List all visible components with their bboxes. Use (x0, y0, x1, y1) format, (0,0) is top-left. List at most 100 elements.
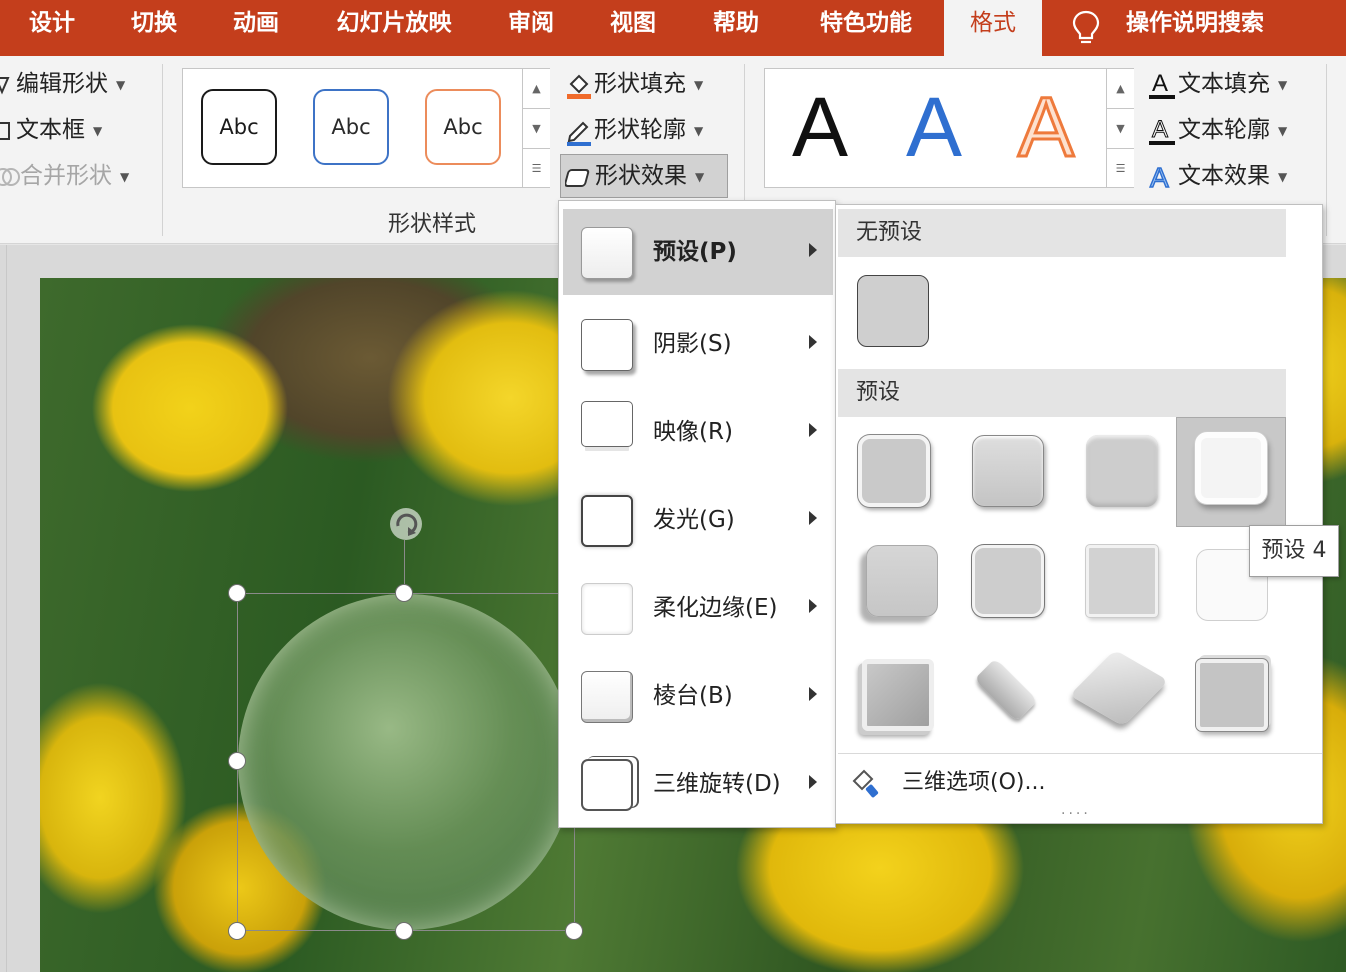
shape-effects-label: 形状效果 (595, 163, 687, 189)
wordart-style-option[interactable]: A (889, 77, 979, 177)
reflection-icon (581, 401, 633, 447)
preset-swatch (972, 545, 1044, 617)
lightbulb-icon (1072, 10, 1100, 44)
menu-item-label: 阴影(S) (653, 331, 732, 357)
3d-options-icon (852, 769, 879, 798)
tab-design[interactable]: 设计 (0, 0, 104, 56)
wordart-style-option[interactable]: A (1001, 77, 1091, 177)
chevron-right-icon (809, 335, 817, 349)
merge-shapes-button: 合并形状 ▼ (0, 158, 129, 194)
menu-divider (838, 753, 1322, 754)
gallery-scroll-down[interactable]: ▼ (523, 109, 550, 149)
shape-effects-button[interactable]: 形状效果 ▼ (560, 154, 728, 198)
gallery-scrollbar: ▲ ▼ ☰ (522, 69, 550, 187)
merge-shapes-label: 合并形状 (20, 163, 112, 189)
menu-item-shadow[interactable]: 阴影(S) (563, 301, 833, 387)
tab-transitions[interactable]: 切换 (104, 0, 204, 56)
menu-item-3d-rotation[interactable]: 三维旋转(D) (563, 741, 833, 827)
preset-swatch (866, 545, 938, 617)
text-fill-label: 文本填充 (1178, 71, 1270, 97)
tab-features[interactable]: 特色功能 (788, 0, 944, 56)
preset-heading: 预设 (838, 369, 1286, 417)
3d-rotation-icon (581, 759, 633, 811)
preset-option-6[interactable] (954, 527, 1064, 637)
tab-animations[interactable]: 动画 (204, 0, 308, 56)
menu-item-label: 发光(G) (653, 507, 735, 533)
gallery-more[interactable]: ☰ (1107, 149, 1134, 187)
shape-style-option[interactable]: Abc (425, 89, 501, 165)
gallery-scroll-up[interactable]: ▲ (523, 69, 550, 109)
3d-options-button[interactable]: 三维选项(O)... (844, 761, 1314, 807)
shape-style-option[interactable]: Abc (201, 89, 277, 165)
preset-option-12[interactable] (1176, 637, 1286, 747)
preset-option-2[interactable] (954, 417, 1064, 527)
svg-text:A: A (1152, 70, 1168, 97)
preset-swatch (972, 435, 1044, 507)
text-box-button[interactable]: 文本框 ▼ (0, 112, 102, 148)
tab-slideshow[interactable]: 幻灯片放映 (308, 0, 480, 56)
preset-option-7[interactable] (1068, 527, 1178, 637)
preset-swatch (862, 659, 934, 731)
preset-option-4[interactable] (1176, 417, 1286, 527)
preset-option-9[interactable] (840, 637, 950, 747)
shape-fill-button[interactable]: 形状填充 ▼ (564, 66, 703, 102)
shape-outline-label: 形状轮廓 (594, 117, 686, 143)
tab-help[interactable]: 帮助 (684, 0, 788, 56)
text-box-label: 文本框 (16, 117, 85, 143)
resize-handle-bottom-left[interactable] (228, 922, 246, 940)
text-box-icon (0, 121, 10, 140)
chevron-down-icon: ▼ (1278, 123, 1288, 138)
chevron-right-icon (809, 423, 817, 437)
preset-option-5[interactable] (840, 527, 950, 637)
group-label-shape-styles: 形状样式 (388, 212, 477, 237)
menu-item-glow[interactable]: 发光(G) (563, 477, 833, 563)
chevron-down-icon: ▼ (1278, 169, 1288, 184)
chevron-down-icon: ▼ (694, 123, 704, 138)
no-preset-option[interactable] (840, 265, 950, 353)
edit-shape-button[interactable]: 编辑形状 ▼ (0, 66, 125, 102)
preset-icon (581, 227, 633, 279)
chevron-down-icon: ▼ (116, 77, 126, 92)
preset-option-3[interactable] (1068, 417, 1178, 527)
resize-handle-top-left[interactable] (228, 584, 246, 602)
chevron-down-icon: ▼ (1278, 77, 1288, 92)
preset-option-10[interactable] (954, 637, 1064, 747)
chevron-right-icon (809, 775, 817, 789)
ribbon-tab-bar: 设计 切换 动画 幻灯片放映 审阅 视图 帮助 特色功能 格式 操作说明搜索 (0, 0, 1346, 56)
text-outline-label: 文本轮廓 (1178, 117, 1270, 143)
gallery-scroll-down[interactable]: ▼ (1107, 109, 1134, 149)
pen-icon (567, 121, 591, 146)
gallery-scroll-up[interactable]: ▲ (1107, 69, 1134, 109)
resize-handle-left[interactable] (228, 752, 246, 770)
resize-handle-top[interactable] (395, 584, 413, 602)
preset-option-11[interactable] (1068, 637, 1178, 747)
preset-swatch (1195, 432, 1267, 504)
tab-format[interactable]: 格式 (944, 0, 1042, 56)
menu-item-preset[interactable]: 预设(P) (563, 209, 833, 295)
preset-option-1[interactable] (840, 417, 950, 527)
rotate-handle-icon[interactable] (388, 506, 424, 542)
chevron-right-icon (809, 243, 817, 257)
wordart-style-option[interactable]: A (775, 77, 865, 177)
text-fill-button[interactable]: A 文本填充 ▼ (1146, 66, 1287, 102)
shape-style-gallery: Abc Abc Abc ▲ ▼ ☰ (182, 68, 550, 188)
text-outline-button[interactable]: A 文本轮廓 ▼ (1146, 112, 1287, 148)
resize-grip[interactable]: .... (1061, 802, 1091, 818)
gallery-more[interactable]: ☰ (523, 149, 550, 187)
tab-review[interactable]: 审阅 (480, 0, 582, 56)
soft-edges-icon (581, 583, 633, 635)
shape-style-option[interactable]: Abc (313, 89, 389, 165)
chevron-down-icon: ▼ (93, 123, 103, 138)
tab-view[interactable]: 视图 (582, 0, 684, 56)
shape-outline-button[interactable]: 形状轮廓 ▼ (564, 112, 703, 148)
resize-handle-bottom-right[interactable] (565, 922, 583, 940)
menu-item-reflection[interactable]: 映像(R) (563, 389, 833, 475)
text-effects-button[interactable]: A 文本效果 ▼ (1146, 158, 1287, 194)
selection-box (237, 593, 575, 931)
chevron-right-icon (809, 511, 817, 525)
tell-me-search[interactable]: 操作说明搜索 (1070, 0, 1346, 56)
resize-handle-bottom[interactable] (395, 922, 413, 940)
menu-item-bevel[interactable]: 棱台(B) (563, 653, 833, 739)
menu-item-soft-edges[interactable]: 柔化边缘(E) (563, 565, 833, 651)
group-separator (162, 64, 163, 236)
